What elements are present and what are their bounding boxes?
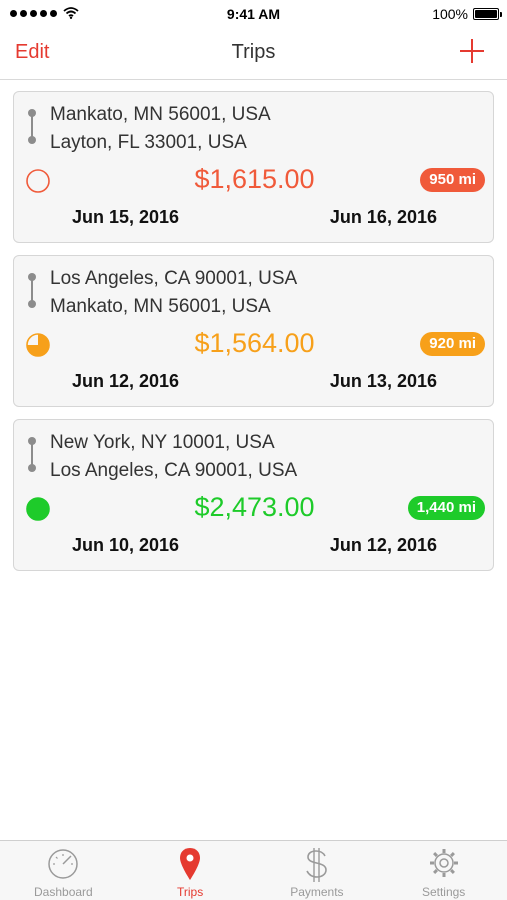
tab-trips[interactable]: Trips [127,841,254,900]
trip-origin: Mankato, MN 56001, USA [50,104,271,125]
tab-label-dashboard: Dashboard [34,885,93,899]
tab-dashboard[interactable]: Dashboard [0,841,127,900]
nav-bar: Edit Trips [0,28,507,80]
payment-progress-icon [26,169,50,193]
map-pin-icon [180,848,201,880]
tab-label-payments: Payments [290,885,344,899]
trip-start-date: Jun 15, 2016 [72,207,180,227]
trip-card[interactable]: Mankato, MN 56001, USA Layton, FL 33001, … [13,91,494,243]
tab-payments[interactable]: Payments [254,841,381,900]
status-right: 100% [432,6,502,22]
gear-icon [429,849,458,877]
miles-badge: 950 mi [420,168,485,192]
trip-destination: Los Angeles, CA 90001, USA [50,460,298,481]
plus-icon[interactable] [459,38,485,64]
battery-icon [473,8,502,20]
tab-settings[interactable]: Settings [380,841,507,900]
trip-origin: New York, NY 10001, USA [50,432,275,453]
trips-screen: 9:41 AM 100% Edit Trips Mankato, MN 5600… [0,0,507,900]
battery-percent: 100% [432,6,468,22]
status-bar: 9:41 AM 100% [0,0,507,28]
trip-origin: Los Angeles, CA 90001, USA [50,268,298,289]
route-line-icon [27,109,37,144]
speedometer-icon [48,849,79,879]
trip-end-date: Jun 12, 2016 [329,535,437,555]
trip-card[interactable]: New York, NY 10001, USA Los Angeles, CA 9… [13,419,494,571]
miles-badge: 1,440 mi [407,496,485,520]
trip-start-date: Jun 10, 2016 [72,535,180,555]
trip-end-date: Jun 13, 2016 [329,371,437,391]
route-line-icon [27,437,37,472]
page-title: Trips [231,41,276,63]
dollar-icon [306,848,327,882]
tab-label-trips: Trips [177,885,204,899]
status-time: 9:41 AM [226,6,281,22]
payment-progress-icon [26,333,50,357]
route-line-icon [27,273,37,308]
trip-list: Mankato, MN 56001, USA Layton, FL 33001, … [13,91,494,583]
payment-progress-icon [26,497,50,521]
trip-end-date: Jun 16, 2016 [329,207,437,227]
trip-start-date: Jun 12, 2016 [72,371,180,391]
trip-card[interactable]: Los Angeles, CA 90001, USA Mankato, MN 56… [13,255,494,407]
trip-destination: Mankato, MN 56001, USA [50,296,271,317]
tab-label-settings: Settings [421,885,466,899]
trip-destination: Layton, FL 33001, USA [50,132,247,153]
miles-badge: 920 mi [420,332,485,356]
tab-bar: Dashboard Trips Payments Settings [0,840,507,900]
